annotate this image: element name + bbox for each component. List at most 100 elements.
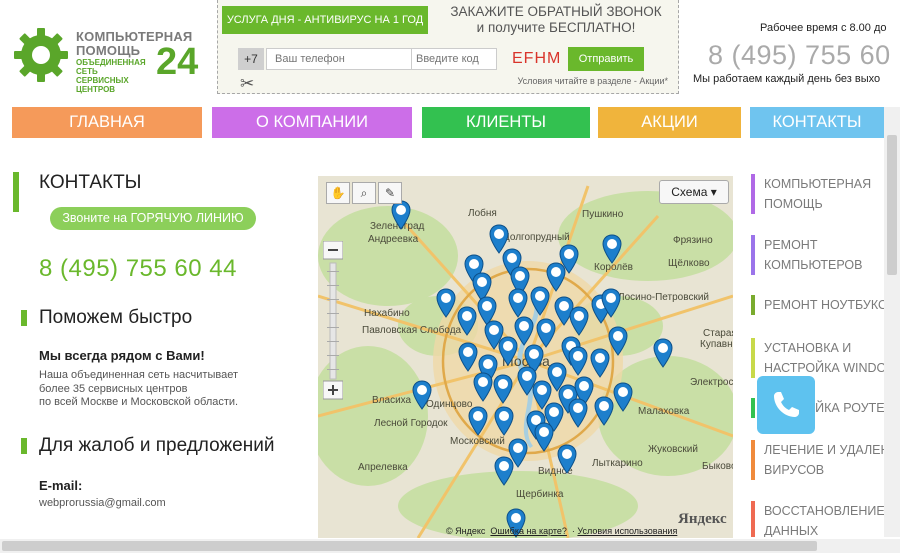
map-pin (436, 288, 456, 318)
map-type-label: Схема (671, 185, 708, 199)
service-data-recovery[interactable]: ВОССТАНОВЛЕНИЕ ДАННЫХ (764, 501, 900, 537)
logo-text[interactable]: КОМПЬЮТЕРНАЯ ПОМОЩЬ ОБЪЕДИНЕННАЯ СЕТЬ СЕ… (76, 30, 192, 95)
service-label: ВОССТАНОВЛЕНИЕ (764, 504, 885, 518)
map-pin (554, 296, 574, 326)
map-terms-link[interactable]: Условия использования (577, 526, 677, 536)
service-accent-bar (751, 235, 755, 275)
map-pin (613, 382, 633, 412)
call-button[interactable] (757, 376, 815, 434)
service-accent-bar (751, 398, 755, 418)
phone-input[interactable] (266, 48, 424, 70)
nav-about[interactable]: О КОМПАНИИ (212, 107, 412, 138)
promo-badge[interactable]: УСЛУГА ДНЯ - АНТИВИРУС НА 1 ГОД (222, 6, 428, 34)
map-pin (568, 398, 588, 428)
description-line: более 35 сервисных центров (39, 382, 188, 395)
map-pin (412, 380, 432, 410)
map-pin (468, 406, 488, 436)
help-title: Поможем быстро (39, 307, 193, 328)
hotline-button[interactable]: Звоните на ГОРЯЧУЮ ЛИНИЮ (50, 207, 256, 230)
service-computer-help[interactable]: КОМПЬЮТЕРНАЯ ПОМОЩЬ (764, 174, 900, 214)
service-label: РЕМОНТ НОУТБУКОВ (764, 298, 897, 312)
heading-accent-bar (21, 310, 27, 326)
work-days: Мы работаем каждый день без выхо (693, 73, 881, 85)
description-line: по всей Москве и Московской области. (39, 396, 239, 408)
callback-form: УСЛУГА ДНЯ - АНТИВИРУС НА 1 ГОД ЗАКАЖИТЕ… (217, 0, 679, 94)
map-pin (546, 262, 566, 292)
magnifier-tool-icon[interactable]: ⌕ (352, 182, 376, 204)
phone-icon (774, 392, 799, 417)
map-pin (493, 374, 513, 404)
map-pin (457, 306, 477, 336)
logo-line2: ПОМОЩЬ (76, 43, 141, 58)
map-pin (608, 326, 628, 356)
service-computer-repair[interactable]: РЕМОНТ КОМПЬЮТЕРОВ (764, 235, 900, 275)
map-pin (568, 346, 588, 376)
callback-title-line1: ЗАКАЖИТЕ ОБРАТНЫЙ ЗВОНОК (450, 4, 662, 19)
map-pin (590, 348, 610, 378)
header-phone: 8 (495) 755 60 (708, 40, 891, 70)
callback-title: ЗАКАЖИТЕ ОБРАТНЫЙ ЗВОНОК и получите БЕСП… (436, 4, 676, 36)
vertical-scrollbar-thumb[interactable] (887, 135, 897, 275)
logo-line3: ОБЪЕДИНЕННАЯ СЕТЬ (76, 58, 146, 76)
captcha-code-input[interactable] (411, 48, 497, 70)
map-type-select[interactable]: Схема ▾ (659, 180, 729, 204)
map-pin (489, 224, 509, 254)
service-accent-bar (751, 501, 755, 537)
nav-home[interactable]: ГЛАВНАЯ (12, 107, 202, 138)
service-label: РЕМОНТ (764, 238, 818, 252)
send-button[interactable]: Отправить (568, 47, 644, 71)
nav-contacts[interactable]: КОНТАКТЫ (750, 107, 884, 138)
service-label: УСТАНОВКА И (764, 341, 852, 355)
map-pin (508, 288, 528, 318)
callback-title-line2: и получите БЕСПЛАТНО! (476, 20, 636, 35)
service-windows-setup[interactable]: УСТАНОВКА И НАСТРОЙКА WINDOWS (764, 338, 900, 378)
map-pin (557, 444, 577, 474)
service-label: ВИРУСОВ (764, 463, 825, 477)
heading-accent-bar (21, 438, 27, 454)
service-label: КОМПЬЮТЕРНАЯ (764, 177, 872, 191)
map-pin (391, 200, 411, 230)
yandex-map[interactable]: Зеленоград Андреевка Лобня Пушкино Долго… (318, 176, 733, 538)
near-title: Мы всегда рядом с Вами! (39, 348, 205, 363)
map-pin (534, 422, 554, 452)
map-pin (473, 372, 493, 402)
email-link[interactable]: webprorussia@gmail.com (39, 497, 166, 509)
horizontal-scrollbar-thumb[interactable] (2, 541, 817, 551)
hotline-phone: 8 (495) 755 60 44 (39, 255, 237, 282)
zoom-slider[interactable] (322, 240, 344, 401)
map-pin (594, 396, 614, 426)
service-label: ДАННЫХ (764, 524, 819, 537)
phone-prefix: +7 (238, 48, 264, 70)
map-pin (536, 318, 556, 348)
map-pin (530, 286, 550, 316)
service-label: ЛЕЧЕНИЕ И УДАЛЕНИЕ (764, 443, 900, 457)
map-pin (494, 406, 514, 436)
logo-gear-icon[interactable] (12, 26, 70, 84)
nav-promotions[interactable]: АКЦИИ (598, 107, 741, 138)
map-pin (569, 306, 589, 336)
service-center-markers[interactable] (318, 176, 733, 538)
email-label: E-mail: (39, 478, 83, 493)
complaints-title: Для жалоб и предложений (39, 435, 275, 456)
service-accent-bar (751, 440, 755, 480)
map-pin (514, 316, 534, 346)
map-pin (653, 338, 673, 368)
service-label: КОМПЬЮТЕРОВ (764, 258, 863, 272)
chevron-down-icon: ▾ (710, 185, 717, 199)
scissors-icon: ✂ (240, 74, 255, 93)
heading-accent-bar (13, 172, 19, 212)
service-virus-removal[interactable]: ЛЕЧЕНИЕ И УДАЛЕНИЕ ВИРУСОВ (764, 440, 900, 480)
service-label: ПОМОЩЬ (764, 197, 823, 211)
nav-clients[interactable]: КЛИЕНТЫ (422, 107, 590, 138)
map-pin (602, 234, 622, 264)
hand-tool-icon[interactable]: ✋ (326, 182, 350, 204)
logo-line4: СЕРВИСНЫХ ЦЕНТРОВ (76, 76, 129, 94)
ruler-tool-icon[interactable]: ✎ (378, 182, 402, 204)
map-error-link[interactable]: Ошибка на карте? (490, 526, 567, 536)
yandex-logo[interactable]: Яндекс (678, 511, 727, 528)
work-hours: Рабочее время с 8.00 до (760, 22, 887, 34)
map-footer: © Яндекс Ошибка на карте? · Условия испо… (446, 526, 678, 536)
map-pin (494, 456, 514, 486)
service-laptop-repair[interactable]: РЕМОНТ НОУТБУКОВ (764, 295, 900, 315)
description-line: Наша объединенная сеть насчитывает (39, 369, 238, 381)
